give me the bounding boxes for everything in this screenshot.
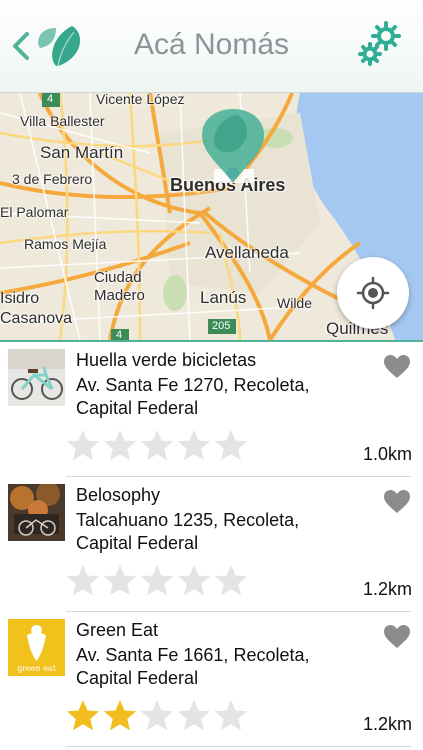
route-shield: 205 bbox=[212, 320, 231, 332]
green-eat-logo: green eat bbox=[8, 619, 65, 676]
star-icon[interactable] bbox=[140, 698, 174, 732]
settings-gears-icon[interactable] bbox=[356, 20, 406, 68]
star-icon[interactable] bbox=[66, 698, 100, 732]
star-icon[interactable] bbox=[103, 563, 137, 597]
map-label: Ramos Mejía bbox=[24, 236, 107, 252]
star-icon[interactable] bbox=[177, 698, 211, 732]
route-shield: 4 bbox=[116, 329, 123, 340]
star-icon[interactable] bbox=[140, 563, 174, 597]
star-icon[interactable] bbox=[66, 428, 100, 462]
place-distance: 1.2km bbox=[362, 714, 412, 734]
star-icon[interactable] bbox=[103, 428, 137, 462]
heart-icon[interactable] bbox=[383, 624, 411, 649]
star-icon[interactable] bbox=[66, 563, 100, 597]
star-icon[interactable] bbox=[140, 428, 174, 462]
divider bbox=[66, 746, 411, 747]
route-shield: 4 bbox=[47, 93, 54, 105]
map-label: Vicente López bbox=[96, 93, 185, 107]
bicycle-photo bbox=[8, 349, 65, 406]
list-item[interactable]: Belosophy Talcahuano 1235, Recoleta, Cap… bbox=[0, 477, 423, 612]
my-location-button[interactable] bbox=[337, 257, 409, 329]
star-icon[interactable] bbox=[177, 428, 211, 462]
place-name: Green Eat bbox=[76, 620, 159, 640]
map-label: Wilde bbox=[277, 295, 313, 311]
map-label: Lanús bbox=[200, 288, 247, 307]
map-label: Isidro Casanova bbox=[0, 290, 73, 327]
list-item[interactable]: green eat Green Eat Av. Santa Fe 1661, R… bbox=[0, 612, 423, 747]
map-label: El Palomar bbox=[0, 204, 69, 220]
heart-icon[interactable] bbox=[383, 354, 411, 379]
place-name: Huella verde bicicletas bbox=[76, 350, 257, 370]
place-address: Av. Santa Fe 1661, Recoleta, Capital Fed… bbox=[76, 645, 310, 688]
star-icon[interactable] bbox=[103, 698, 137, 732]
rating-stars[interactable] bbox=[66, 563, 248, 597]
rating-stars[interactable] bbox=[66, 428, 248, 462]
map-pin-icon[interactable] bbox=[198, 105, 268, 190]
star-icon[interactable] bbox=[177, 563, 211, 597]
star-icon[interactable] bbox=[214, 428, 248, 462]
crosshair-icon bbox=[356, 276, 390, 310]
star-icon[interactable] bbox=[214, 698, 248, 732]
storefront-photo bbox=[8, 484, 65, 541]
map-label: 3 de Febrero bbox=[12, 171, 93, 187]
svg-text:green eat: green eat bbox=[17, 664, 57, 673]
rating-stars[interactable] bbox=[66, 698, 248, 732]
map-label: Villa Ballester bbox=[20, 113, 105, 129]
place-distance: 1.0km bbox=[362, 444, 412, 464]
map-label: Avellaneda bbox=[205, 243, 289, 262]
list-item[interactable]: Huella verde bicicletas Av. Santa Fe 127… bbox=[0, 342, 423, 477]
app-header: Acá Nomás bbox=[0, 0, 423, 93]
star-icon[interactable] bbox=[214, 563, 248, 597]
heart-icon[interactable] bbox=[383, 489, 411, 514]
place-name: Belosophy bbox=[76, 485, 161, 505]
place-address: Av. Santa Fe 1270, Recoleta, Capital Fed… bbox=[76, 375, 310, 418]
place-distance: 1.2km bbox=[362, 579, 412, 599]
places-list: Huella verde bicicletas Av. Santa Fe 127… bbox=[0, 342, 423, 747]
map-label: Ciudad Madero bbox=[94, 269, 145, 304]
map-label: San Martín bbox=[40, 143, 124, 162]
place-address: Talcahuano 1235, Recoleta, Capital Feder… bbox=[76, 510, 300, 553]
